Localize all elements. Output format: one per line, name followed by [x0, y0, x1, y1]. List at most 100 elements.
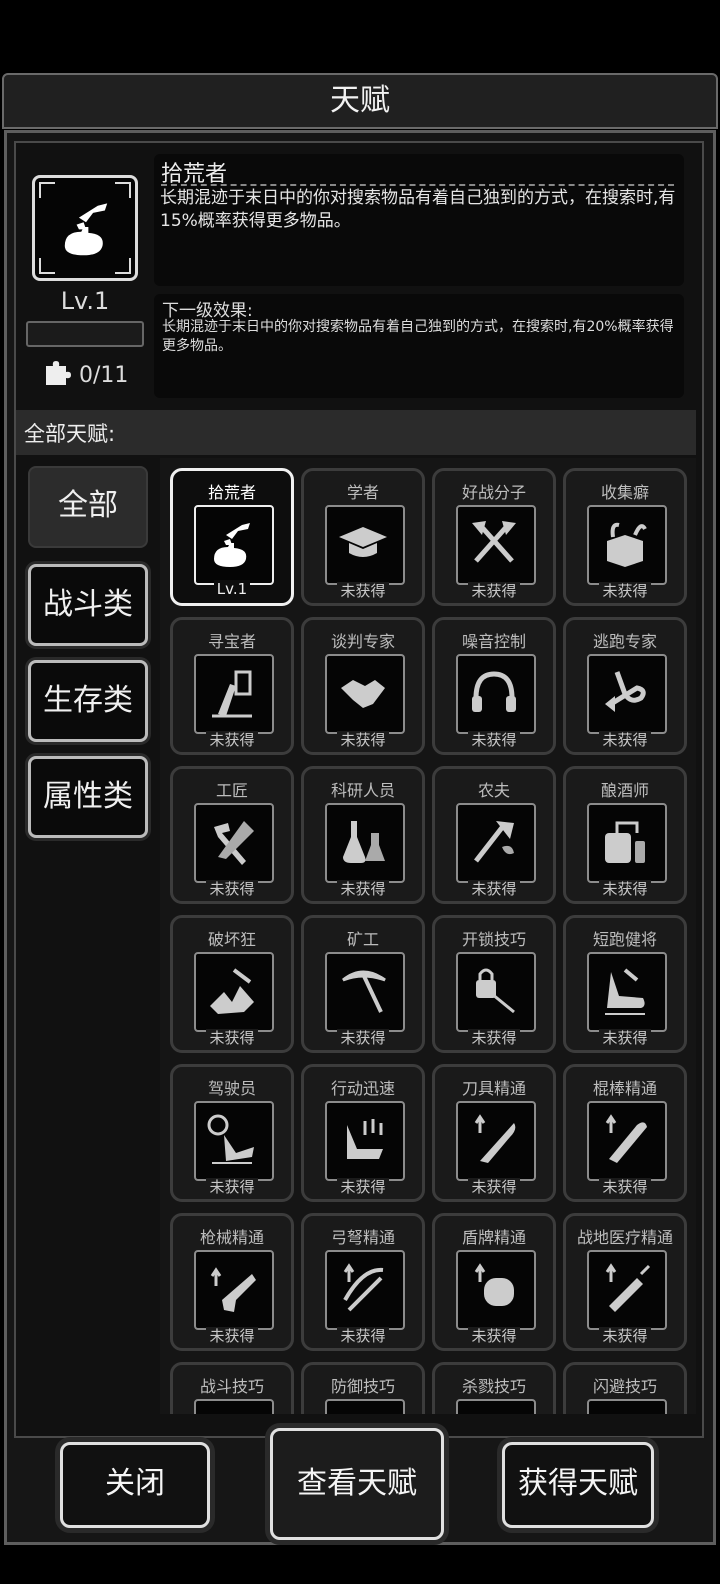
talent-card[interactable]: 盾牌精通 未获得 — [432, 1213, 556, 1351]
talent-card-icon-frame — [325, 1250, 405, 1330]
headphones-icon — [472, 671, 516, 712]
talent-card-status: 未获得 — [435, 1027, 553, 1048]
talent-card-status: 未获得 — [304, 729, 422, 750]
talent-card[interactable]: 弓弩精通 未获得 — [301, 1213, 425, 1351]
talent-card-status: 未获得 — [435, 1325, 553, 1346]
talent-card[interactable]: 杀戮技巧 — [432, 1362, 556, 1414]
talent-description: 长期混迹于末日中的你对搜索物品有着自己独到的方式，在搜索时,有15%概率获得更多… — [160, 188, 676, 231]
talent-card-icon-frame — [587, 654, 667, 734]
talent-card[interactable]: 工匠 未获得 — [170, 766, 294, 904]
crossed-axes-icon — [472, 521, 516, 563]
talent-card-icon-frame — [325, 1101, 405, 1181]
talent-card-icon-frame — [325, 1399, 405, 1414]
talent-card-name: 驾驶员 — [207, 1079, 256, 1098]
talent-card[interactable]: 闪避技巧 — [563, 1362, 687, 1414]
talent-card-name: 开锁技巧 — [461, 930, 526, 949]
dodge-icon — [597, 1409, 653, 1414]
talent-card-name: 短跑健将 — [592, 930, 657, 949]
talent-card[interactable]: 酿酒师 未获得 — [563, 766, 687, 904]
category-tab-label: 全部 — [58, 488, 118, 523]
talent-card-icon-frame — [194, 952, 274, 1032]
talent-card-status-text: 未获得 — [337, 1029, 389, 1047]
talent-card-status: 未获得 — [435, 878, 553, 899]
category-tab-label: 属性类 — [43, 779, 133, 814]
category-tab-all[interactable]: 全部 — [28, 466, 148, 548]
talent-description-box: 拾荒者 长期混迹于末日中的你对搜索物品有着自己独到的方式，在搜索时,有15%概率… — [154, 154, 684, 286]
talent-card[interactable]: 防御技巧 — [301, 1362, 425, 1414]
talent-card-icon-frame — [325, 803, 405, 883]
talent-card-icon-frame — [456, 952, 536, 1032]
sprint-boot-icon — [605, 968, 645, 1015]
talent-card[interactable]: 逃跑专家 未获得 — [563, 617, 687, 755]
handshake-icon — [341, 680, 385, 708]
talent-card-name: 工匠 — [215, 781, 248, 800]
talent-card-name: 战斗技巧 — [199, 1377, 264, 1396]
talent-card[interactable]: 刀具精通 未获得 — [432, 1064, 556, 1202]
talent-card[interactable]: 收集癖 未获得 — [563, 468, 687, 606]
talent-card[interactable]: 噪音控制 未获得 — [432, 617, 556, 755]
talent-card-status: 未获得 — [304, 878, 422, 899]
talent-card-status-text: 未获得 — [599, 1029, 651, 1047]
talent-card-status-text: 未获得 — [599, 1327, 651, 1345]
acquire-talent-button[interactable]: 获得天赋 — [502, 1442, 654, 1528]
talent-card-status-text: 未获得 — [599, 1178, 651, 1196]
talent-card[interactable]: 寻宝者 未获得 — [170, 617, 294, 755]
talent-card-status: 未获得 — [566, 1027, 684, 1048]
view-talent-button[interactable]: 查看天赋 — [270, 1428, 444, 1540]
talent-card-icon-frame — [456, 505, 536, 585]
talent-card-status: 未获得 — [435, 580, 553, 601]
talent-card[interactable]: 拾荒者 Lv.1 — [170, 468, 294, 606]
talent-card-name: 行动迅速 — [330, 1079, 395, 1098]
talent-card-icon-frame — [587, 1250, 667, 1330]
category-tab-survival[interactable]: 生存类 — [28, 660, 148, 742]
driver-icon — [207, 1114, 254, 1164]
talent-card-status-text: 未获得 — [337, 880, 389, 898]
talent-card[interactable]: 学者 未获得 — [301, 468, 425, 606]
category-tab-combat[interactable]: 战斗类 — [28, 564, 148, 646]
category-tab-attribute[interactable]: 属性类 — [28, 756, 148, 838]
talent-card[interactable]: 棍棒精通 未获得 — [563, 1064, 687, 1202]
talent-card-status: 未获得 — [566, 1176, 684, 1197]
talent-card[interactable]: 战地医疗精通 未获得 — [563, 1213, 687, 1351]
page-title: 天赋 — [330, 83, 390, 118]
talent-card-icon-frame — [194, 803, 274, 883]
talent-card-status: 未获得 — [173, 1027, 291, 1048]
talent-card[interactable]: 矿工 未获得 — [301, 915, 425, 1053]
combat-icon — [204, 1409, 260, 1414]
talent-card-status: 未获得 — [304, 580, 422, 601]
talent-card[interactable]: 科研人员 未获得 — [301, 766, 425, 904]
talent-card-icon-frame — [587, 1101, 667, 1181]
talent-card[interactable]: 驾驶员 未获得 — [170, 1064, 294, 1202]
brewing-icon — [605, 821, 645, 863]
talent-card-name: 破坏狂 — [207, 930, 256, 949]
talent-card-status: 未获得 — [173, 878, 291, 899]
talent-card[interactable]: 破坏狂 未获得 — [170, 915, 294, 1053]
talent-card-name: 逃跑专家 — [592, 632, 657, 651]
talent-card-status-text: 未获得 — [206, 1178, 258, 1196]
pickaxe-icon — [342, 970, 386, 1013]
farmer-axe-icon — [474, 821, 514, 863]
close-button[interactable]: 关闭 — [60, 1442, 210, 1528]
talent-card-name: 酿酒师 — [600, 781, 649, 800]
talent-card[interactable]: 战斗技巧 — [170, 1362, 294, 1414]
talent-card-icon-frame — [587, 505, 667, 585]
talent-card[interactable]: 短跑健将 未获得 — [563, 915, 687, 1053]
talent-progress-bar — [26, 321, 144, 347]
talent-card[interactable]: 农夫 未获得 — [432, 766, 556, 904]
talent-grid[interactable]: 拾荒者 Lv.1 学者 未获得 好战分子 未获得 收集癖 未获得寻宝者 未获得 谈判专家 未获得 噪音… — [160, 458, 696, 1414]
talent-card-icon-frame — [194, 1101, 274, 1181]
talent-card-status-text: 未获得 — [468, 1178, 520, 1196]
talent-card[interactable]: 谈判专家 未获得 — [301, 617, 425, 755]
talent-card[interactable]: 开锁技巧 未获得 — [432, 915, 556, 1053]
talent-card[interactable]: 枪械精通 未获得 — [170, 1213, 294, 1351]
talent-card[interactable]: 行动迅速 未获得 — [301, 1064, 425, 1202]
talent-card-name: 枪械精通 — [199, 1228, 264, 1247]
syringe-icon — [605, 1263, 651, 1312]
flask-icon — [343, 821, 385, 863]
talent-card-status: 未获得 — [435, 1176, 553, 1197]
talent-card[interactable]: 好战分子 未获得 — [432, 468, 556, 606]
talent-card-status: 未获得 — [304, 1176, 422, 1197]
talent-card-icon-frame — [194, 654, 274, 734]
graduation-cap-icon — [339, 527, 387, 557]
divider — [161, 184, 674, 186]
